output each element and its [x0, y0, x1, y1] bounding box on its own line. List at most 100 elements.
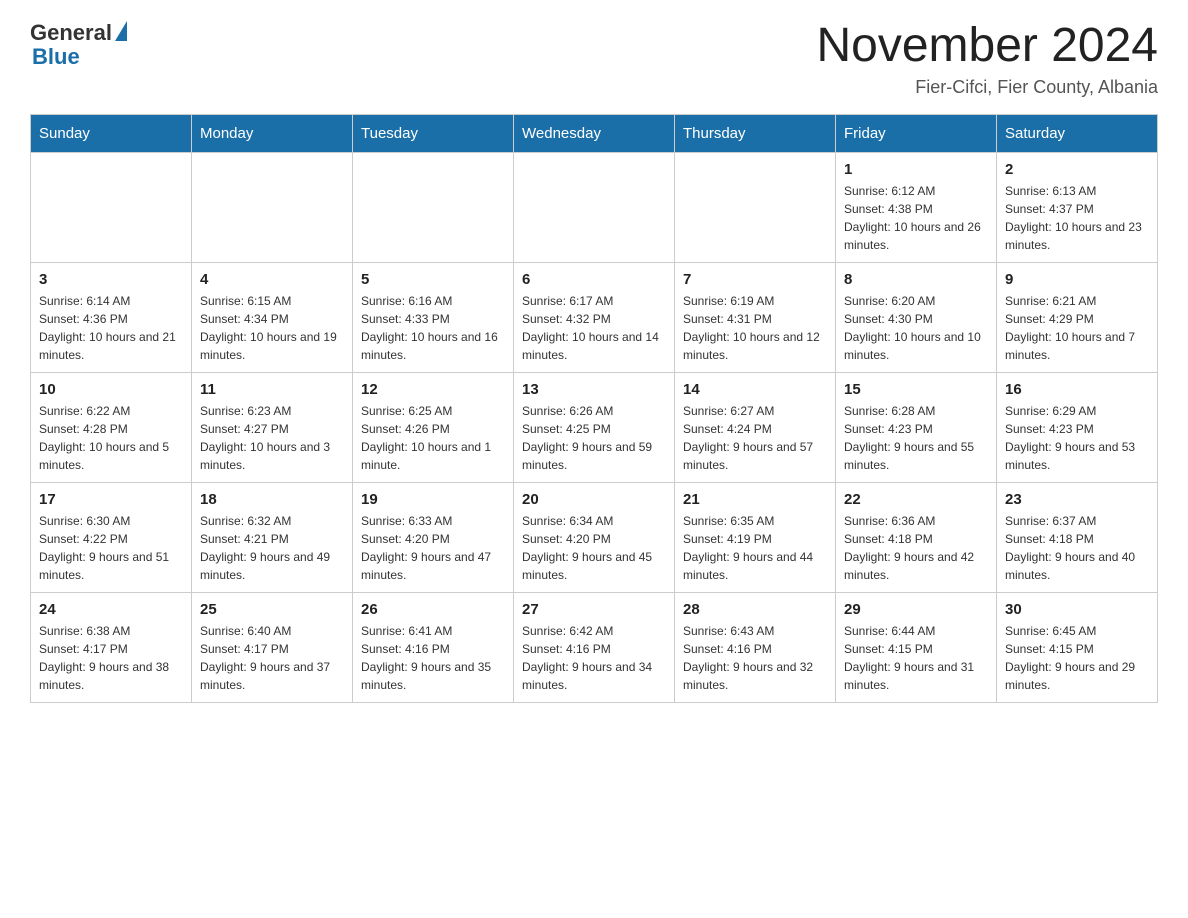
calendar-body: 1Sunrise: 6:12 AM Sunset: 4:38 PM Daylig… [31, 152, 1158, 702]
day-number: 1 [844, 161, 988, 178]
day-number: 21 [683, 491, 827, 508]
day-number: 19 [361, 491, 505, 508]
day-number: 15 [844, 381, 988, 398]
table-row: 15 Sunrise: 6:28 AM Sunset: 4:23 PM Dayli… [836, 372, 997, 482]
day-info: Sunrise: 6:23 AM Sunset: 4:27 PM Dayligh… [200, 402, 344, 474]
day-info: Sunrise: 6:45 AM Sunset: 4:15 PM Dayligh… [1005, 622, 1149, 694]
day-number: 23 [1005, 491, 1149, 508]
page-header: General Blue November 2024 Fier-Cifci, F… [30, 20, 1158, 98]
location-subtitle: Fier-Cifci, Fier County, Albania [816, 77, 1158, 98]
table-row: 24Sunrise: 6:38 AM Sunset: 4:17 PM Dayli… [31, 592, 192, 702]
day-number: 24 [39, 601, 183, 618]
day-number: 13 [522, 381, 666, 398]
day-info: Sunrise: 6:15 AM Sunset: 4:34 PM Dayligh… [200, 292, 344, 364]
month-year-title: November 2024 [816, 20, 1158, 73]
logo-triangle-icon [115, 21, 127, 41]
col-tuesday: Tuesday [353, 114, 514, 152]
day-number: 12 [361, 381, 505, 398]
day-info: Sunrise: 6:22 AM Sunset: 4:28 PM Dayligh… [39, 402, 183, 474]
table-row: 19 Sunrise: 6:33 AM Sunset: 4:20 PM Dayli… [353, 482, 514, 592]
logo: General Blue [30, 20, 127, 70]
day-number: 30 [1005, 601, 1149, 618]
table-row [675, 152, 836, 262]
day-number: 8 [844, 271, 988, 288]
day-info: Sunrise: 6:19 AM Sunset: 4:31 PM Dayligh… [683, 292, 827, 364]
table-row: 17 Sunrise: 6:30 AM Sunset: 4:22 PM Dayli… [31, 482, 192, 592]
table-row: 4Sunrise: 6:15 AM Sunset: 4:34 PM Daylig… [192, 262, 353, 372]
calendar-week-row: 10 Sunrise: 6:22 AM Sunset: 4:28 PM Dayli… [31, 372, 1158, 482]
day-info: Sunrise: 6:13 AM Sunset: 4:37 PM Dayligh… [1005, 182, 1149, 254]
table-row: 29 Sunrise: 6:44 AM Sunset: 4:15 PM Dayli… [836, 592, 997, 702]
day-info: Sunrise: 6:43 AM Sunset: 4:16 PM Dayligh… [683, 622, 827, 694]
day-info: Sunrise: 6:14 AM Sunset: 4:36 PM Dayligh… [39, 292, 183, 364]
day-info: Sunrise: 6:21 AM Sunset: 4:29 PM Dayligh… [1005, 292, 1149, 364]
title-section: November 2024 Fier-Cifci, Fier County, A… [816, 20, 1158, 98]
col-wednesday: Wednesday [514, 114, 675, 152]
calendar-week-row: 3Sunrise: 6:14 AM Sunset: 4:36 PM Daylig… [31, 262, 1158, 372]
day-info: Sunrise: 6:28 AM Sunset: 4:23 PM Dayligh… [844, 402, 988, 474]
day-number: 14 [683, 381, 827, 398]
day-number: 16 [1005, 381, 1149, 398]
day-number: 22 [844, 491, 988, 508]
day-number: 25 [200, 601, 344, 618]
table-row: 6 Sunrise: 6:17 AM Sunset: 4:32 PM Daylig… [514, 262, 675, 372]
day-number: 7 [683, 271, 827, 288]
table-row: 10 Sunrise: 6:22 AM Sunset: 4:28 PM Dayli… [31, 372, 192, 482]
day-info: Sunrise: 6:41 AM Sunset: 4:16 PM Dayligh… [361, 622, 505, 694]
day-info: Sunrise: 6:30 AM Sunset: 4:22 PM Dayligh… [39, 512, 183, 584]
day-info: Sunrise: 6:27 AM Sunset: 4:24 PM Dayligh… [683, 402, 827, 474]
logo-blue-text: Blue [30, 44, 80, 70]
day-info: Sunrise: 6:40 AM Sunset: 4:17 PM Dayligh… [200, 622, 344, 694]
day-info: Sunrise: 6:26 AM Sunset: 4:25 PM Dayligh… [522, 402, 666, 474]
day-number: 6 [522, 271, 666, 288]
table-row: 16Sunrise: 6:29 AM Sunset: 4:23 PM Dayli… [997, 372, 1158, 482]
table-row: 23 Sunrise: 6:37 AM Sunset: 4:18 PM Dayli… [997, 482, 1158, 592]
table-row: 21Sunrise: 6:35 AM Sunset: 4:19 PM Dayli… [675, 482, 836, 592]
calendar-week-row: 1Sunrise: 6:12 AM Sunset: 4:38 PM Daylig… [31, 152, 1158, 262]
day-info: Sunrise: 6:16 AM Sunset: 4:33 PM Dayligh… [361, 292, 505, 364]
table-row [514, 152, 675, 262]
table-row: 28 Sunrise: 6:43 AM Sunset: 4:16 PM Dayli… [675, 592, 836, 702]
day-info: Sunrise: 6:44 AM Sunset: 4:15 PM Dayligh… [844, 622, 988, 694]
day-number: 27 [522, 601, 666, 618]
day-number: 11 [200, 381, 344, 398]
table-row: 13 Sunrise: 6:26 AM Sunset: 4:25 PM Dayli… [514, 372, 675, 482]
day-number: 10 [39, 381, 183, 398]
calendar-week-row: 24Sunrise: 6:38 AM Sunset: 4:17 PM Dayli… [31, 592, 1158, 702]
day-number: 5 [361, 271, 505, 288]
table-row: 1Sunrise: 6:12 AM Sunset: 4:38 PM Daylig… [836, 152, 997, 262]
table-row: 26 Sunrise: 6:41 AM Sunset: 4:16 PM Dayli… [353, 592, 514, 702]
day-number: 18 [200, 491, 344, 508]
day-info: Sunrise: 6:37 AM Sunset: 4:18 PM Dayligh… [1005, 512, 1149, 584]
day-info: Sunrise: 6:17 AM Sunset: 4:32 PM Dayligh… [522, 292, 666, 364]
day-number: 28 [683, 601, 827, 618]
table-row: 18Sunrise: 6:32 AM Sunset: 4:21 PM Dayli… [192, 482, 353, 592]
table-row: 3Sunrise: 6:14 AM Sunset: 4:36 PM Daylig… [31, 262, 192, 372]
table-row: 11 Sunrise: 6:23 AM Sunset: 4:27 PM Dayli… [192, 372, 353, 482]
table-row [192, 152, 353, 262]
calendar-header: Sunday Monday Tuesday Wednesday Thursday… [31, 114, 1158, 152]
day-info: Sunrise: 6:33 AM Sunset: 4:20 PM Dayligh… [361, 512, 505, 584]
days-of-week-row: Sunday Monday Tuesday Wednesday Thursday… [31, 114, 1158, 152]
table-row: 9 Sunrise: 6:21 AM Sunset: 4:29 PM Daylig… [997, 262, 1158, 372]
day-number: 9 [1005, 271, 1149, 288]
logo-general-text: General [30, 20, 112, 46]
day-number: 2 [1005, 161, 1149, 178]
day-info: Sunrise: 6:34 AM Sunset: 4:20 PM Dayligh… [522, 512, 666, 584]
table-row: 30 Sunrise: 6:45 AM Sunset: 4:15 PM Dayli… [997, 592, 1158, 702]
day-number: 20 [522, 491, 666, 508]
day-info: Sunrise: 6:20 AM Sunset: 4:30 PM Dayligh… [844, 292, 988, 364]
table-row: 2 Sunrise: 6:13 AM Sunset: 4:37 PM Daylig… [997, 152, 1158, 262]
col-sunday: Sunday [31, 114, 192, 152]
table-row: 7 Sunrise: 6:19 AM Sunset: 4:31 PM Daylig… [675, 262, 836, 372]
day-info: Sunrise: 6:36 AM Sunset: 4:18 PM Dayligh… [844, 512, 988, 584]
day-number: 17 [39, 491, 183, 508]
day-number: 26 [361, 601, 505, 618]
col-thursday: Thursday [675, 114, 836, 152]
day-number: 29 [844, 601, 988, 618]
table-row: 25 Sunrise: 6:40 AM Sunset: 4:17 PM Dayli… [192, 592, 353, 702]
table-row: 22 Sunrise: 6:36 AM Sunset: 4:18 PM Dayli… [836, 482, 997, 592]
col-saturday: Saturday [997, 114, 1158, 152]
table-row [31, 152, 192, 262]
col-monday: Monday [192, 114, 353, 152]
